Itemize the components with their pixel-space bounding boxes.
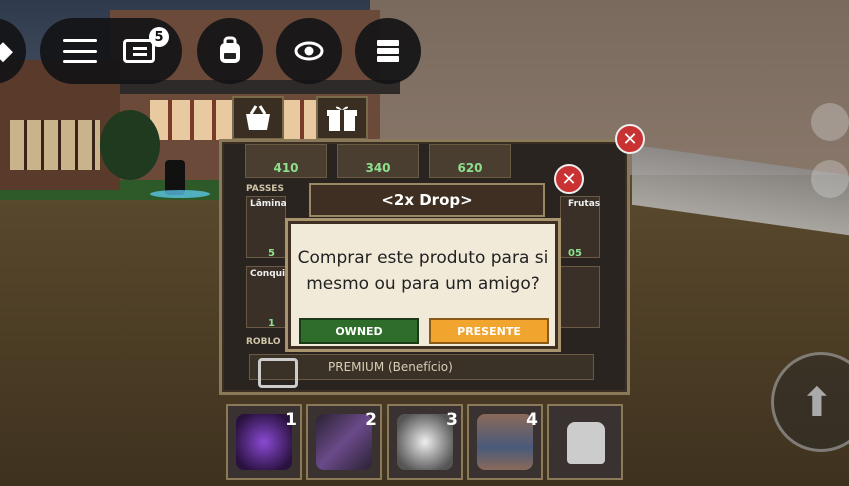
- hotbar-slot-backpack[interactable]: [547, 404, 623, 480]
- pass-card-title: Lâmina: [250, 199, 287, 209]
- tab-shop-basket[interactable]: [232, 96, 284, 140]
- backpack-icon: [220, 36, 240, 63]
- hotbar-slot-1[interactable]: 1: [226, 404, 302, 480]
- pass-card-price: 05: [568, 248, 582, 259]
- backpack-icon: [567, 422, 605, 464]
- hotbar-slot-4[interactable]: 4: [467, 404, 543, 480]
- tree: [100, 110, 160, 180]
- server-list-icon: [377, 40, 399, 62]
- gift-icon: [327, 106, 357, 131]
- hourglass-icon: [477, 414, 533, 470]
- chat-icon[interactable]: 5: [123, 27, 169, 67]
- menu-icon[interactable]: [63, 39, 97, 63]
- hotbar-slot-3[interactable]: 3: [387, 404, 463, 480]
- hotbar-slot-2[interactable]: 2: [306, 404, 382, 480]
- pass-card-price: 1: [268, 318, 275, 329]
- emote-icon[interactable]: [811, 103, 849, 141]
- camera-icon[interactable]: [811, 160, 849, 198]
- product-price-2[interactable]: 340: [337, 144, 419, 178]
- owned-button[interactable]: OWNED: [299, 318, 419, 344]
- pass-card-price: 5: [268, 248, 275, 259]
- shadow-fruit-icon: [236, 414, 292, 470]
- product-price-3[interactable]: 620: [429, 144, 511, 178]
- view-button[interactable]: [276, 18, 342, 84]
- close-icon: ✕: [561, 168, 577, 190]
- house-window: [10, 120, 100, 170]
- section-roblox: ROBLO: [246, 337, 281, 347]
- spawn-glow: [150, 190, 210, 198]
- close-icon: ✕: [622, 128, 638, 150]
- dialog-title: <2x Drop>: [309, 183, 545, 217]
- sword-icon: [316, 414, 372, 470]
- pass-card-title: Frutas: [568, 199, 601, 209]
- eye-icon: [294, 41, 324, 61]
- up-arrow-icon: ⬆: [800, 380, 834, 426]
- pass-card-empty[interactable]: [560, 266, 600, 328]
- basket-icon: [246, 105, 270, 130]
- pass-card-title: Conqui: [250, 269, 286, 279]
- backpack-button[interactable]: [197, 18, 263, 84]
- chat-badge: 5: [149, 27, 169, 47]
- premium-icon: [258, 358, 298, 388]
- cards-hand-icon: [397, 414, 453, 470]
- product-price-1[interactable]: 410: [245, 144, 327, 178]
- roblox-logo-icon: ◆: [0, 36, 13, 66]
- menu-chat-group[interactable]: 5: [40, 18, 182, 84]
- dialog-question: Comprar este produto para si mesmo ou pa…: [297, 248, 549, 294]
- dialog-close-button[interactable]: ✕: [554, 164, 584, 194]
- server-list-button[interactable]: [355, 18, 421, 84]
- section-passes: PASSES: [246, 184, 284, 194]
- tab-shop-gift[interactable]: [316, 96, 368, 140]
- premium-label: PREMIUM (Benefício): [328, 360, 453, 374]
- shop-close-button[interactable]: ✕: [615, 124, 645, 154]
- present-button[interactable]: PRESENTE: [429, 318, 549, 344]
